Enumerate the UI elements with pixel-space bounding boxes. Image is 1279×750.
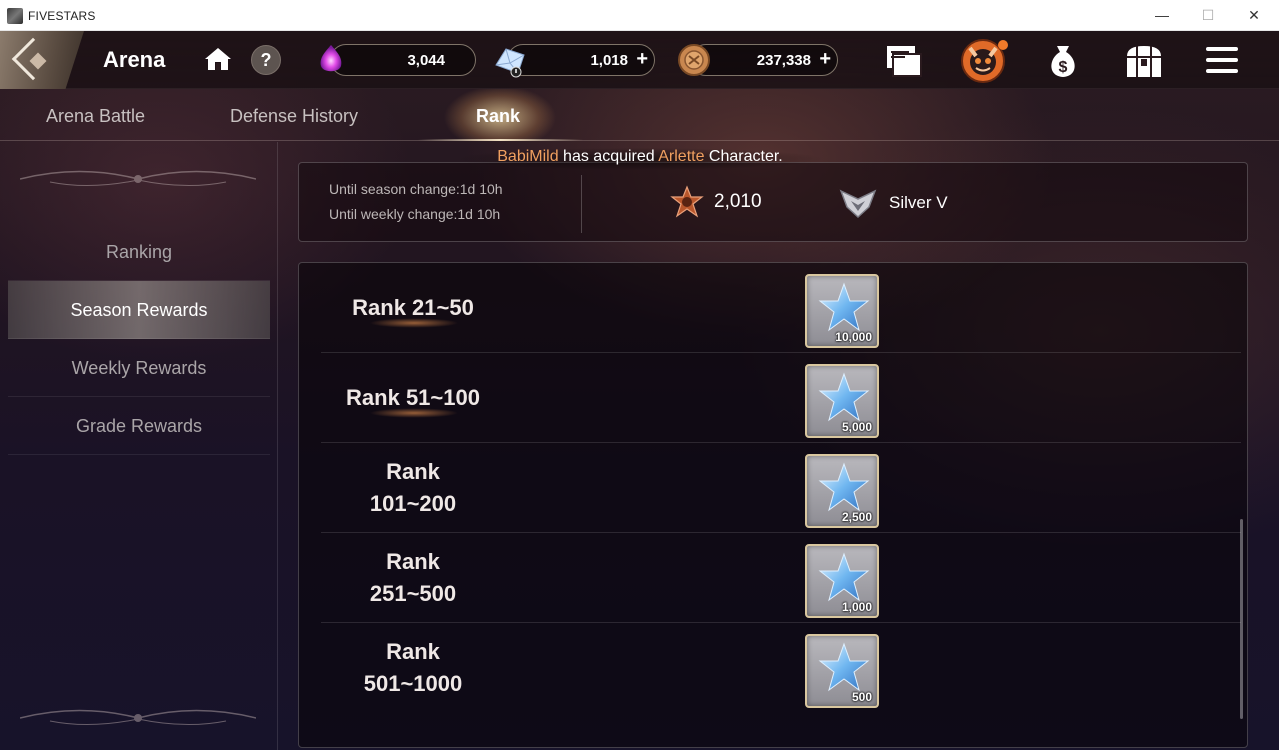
list-scrollbar[interactable] xyxy=(1240,519,1243,719)
season-timer: Until season change:1d 10h xyxy=(329,181,503,197)
shop-icon[interactable]: $ xyxy=(1043,42,1083,80)
event-badge xyxy=(998,40,1008,50)
season-info-panel: Until season change:1d 10h Until weekly … xyxy=(298,162,1248,242)
divider xyxy=(581,175,582,233)
coin-counter[interactable]: 237,338 + xyxy=(690,44,838,76)
crystal-star-icon xyxy=(818,372,870,422)
minimize-button[interactable]: — xyxy=(1139,0,1185,31)
crystal-icon xyxy=(495,48,525,78)
reward-item[interactable]: 5,000 xyxy=(805,364,879,438)
rank-range-label: Rank 251~500 xyxy=(321,546,505,610)
ornament-divider xyxy=(20,709,256,726)
sidebar-item-weekly-rewards[interactable]: Weekly Rewards xyxy=(8,339,270,397)
home-icon[interactable] xyxy=(204,47,232,71)
reward-row: Rank 251~500 1,000 xyxy=(321,533,1241,623)
coin-icon xyxy=(678,44,710,76)
reward-quantity: 5,000 xyxy=(841,420,872,434)
rank-label-glow xyxy=(359,407,469,419)
rank-range-label: Rank 101~200 xyxy=(321,456,505,520)
crystal-add-button[interactable]: + xyxy=(636,48,648,71)
notice-suffix: Character. xyxy=(704,148,783,165)
acquisition-notice: BabiMild has acquired Arlette Character. xyxy=(430,148,850,170)
sidebar-item-grade-rewards[interactable]: Grade Rewards xyxy=(8,397,270,455)
sidebar: Ranking Season Rewards Weekly Rewards Gr… xyxy=(0,142,278,750)
reward-quantity: 2,500 xyxy=(841,510,872,524)
reward-item[interactable]: 10,000 xyxy=(805,274,879,348)
maximize-button[interactable]: ☐ xyxy=(1185,0,1231,31)
tab-active-indicator xyxy=(418,139,583,141)
crystal-counter[interactable]: 1,018 + xyxy=(507,44,655,76)
sidebar-item-season-rewards[interactable]: Season Rewards xyxy=(8,281,270,339)
tab-bar: Arena Battle Defense History Rank xyxy=(0,89,1279,141)
screen-title: Arena xyxy=(103,47,166,72)
crystal-value: 1,018 xyxy=(590,52,628,69)
rank-label-range: 101~200 xyxy=(369,491,457,516)
rank-label-word: Rank xyxy=(386,459,440,484)
reward-row: Rank 51~100 5,000 xyxy=(321,353,1241,443)
coin-value: 237,338 xyxy=(756,52,811,69)
mail-icon[interactable] xyxy=(883,42,923,80)
rank-label-glow xyxy=(359,317,469,329)
crystal-star-icon xyxy=(818,642,870,692)
tab-defense-history[interactable]: Defense History xyxy=(230,106,358,127)
notice-player: BabiMild xyxy=(497,148,559,165)
reward-item[interactable]: 1,000 xyxy=(805,544,879,618)
arena-score-icon xyxy=(670,185,704,218)
season-rewards-list[interactable]: Rank 21~50 10,000 Rank 51~100 5,000 Rank… xyxy=(298,262,1248,748)
back-button[interactable] xyxy=(0,31,84,89)
soul-gem-counter[interactable]: 3,044 xyxy=(330,44,476,76)
ornament-divider xyxy=(20,170,256,187)
rank-label-word: Rank xyxy=(386,639,440,664)
reward-row: Rank 501~1000 500 xyxy=(321,623,1241,713)
window-titlebar: FIVESTARS — ☐ ✕ xyxy=(0,0,1279,31)
silver-grade-icon xyxy=(839,189,877,219)
soul-gem-value: 3,044 xyxy=(407,52,445,69)
rank-range-label: Rank 501~1000 xyxy=(321,636,505,700)
reward-quantity: 500 xyxy=(851,690,872,704)
reward-row: Rank 21~50 10,000 xyxy=(321,263,1241,353)
app-title: FIVESTARS xyxy=(28,9,96,23)
notice-item: Arlette xyxy=(658,148,705,165)
reward-item[interactable]: 2,500 xyxy=(805,454,879,528)
crystal-star-icon xyxy=(818,552,870,602)
svg-text:$: $ xyxy=(1059,59,1068,76)
reward-quantity: 10,000 xyxy=(835,330,872,344)
notice-middle: has acquired xyxy=(558,148,659,165)
weekly-timer: Until weekly change:1d 10h xyxy=(329,206,501,222)
reward-quantity: 1,000 xyxy=(841,600,872,614)
rank-label-word: Rank xyxy=(386,549,440,574)
rank-label-range: 501~1000 xyxy=(363,671,463,696)
game-viewport: Arena ? 3,044 1,018 + 237,338 + $ Arena … xyxy=(0,31,1279,750)
rank-label-range: 251~500 xyxy=(369,581,457,606)
help-icon[interactable]: ? xyxy=(251,45,281,75)
chest-icon[interactable] xyxy=(1124,42,1164,80)
menu-icon[interactable] xyxy=(1204,44,1240,76)
grade-label: Silver V xyxy=(889,193,948,212)
sidebar-item-ranking[interactable]: Ranking xyxy=(8,223,270,281)
arena-score: 2,010 xyxy=(714,191,762,212)
tab-rank[interactable]: Rank xyxy=(476,106,520,127)
coin-add-button[interactable]: + xyxy=(819,48,831,71)
app-icon xyxy=(7,8,23,24)
reward-row: Rank 101~200 2,500 xyxy=(321,443,1241,533)
soul-gem-icon xyxy=(320,45,342,72)
close-button[interactable]: ✕ xyxy=(1231,0,1277,31)
top-hud: Arena ? 3,044 1,018 + 237,338 + $ xyxy=(0,31,1279,89)
crystal-star-icon xyxy=(818,282,870,332)
crystal-star-icon xyxy=(818,462,870,512)
tab-arena-battle[interactable]: Arena Battle xyxy=(46,106,145,127)
reward-item[interactable]: 500 xyxy=(805,634,879,708)
